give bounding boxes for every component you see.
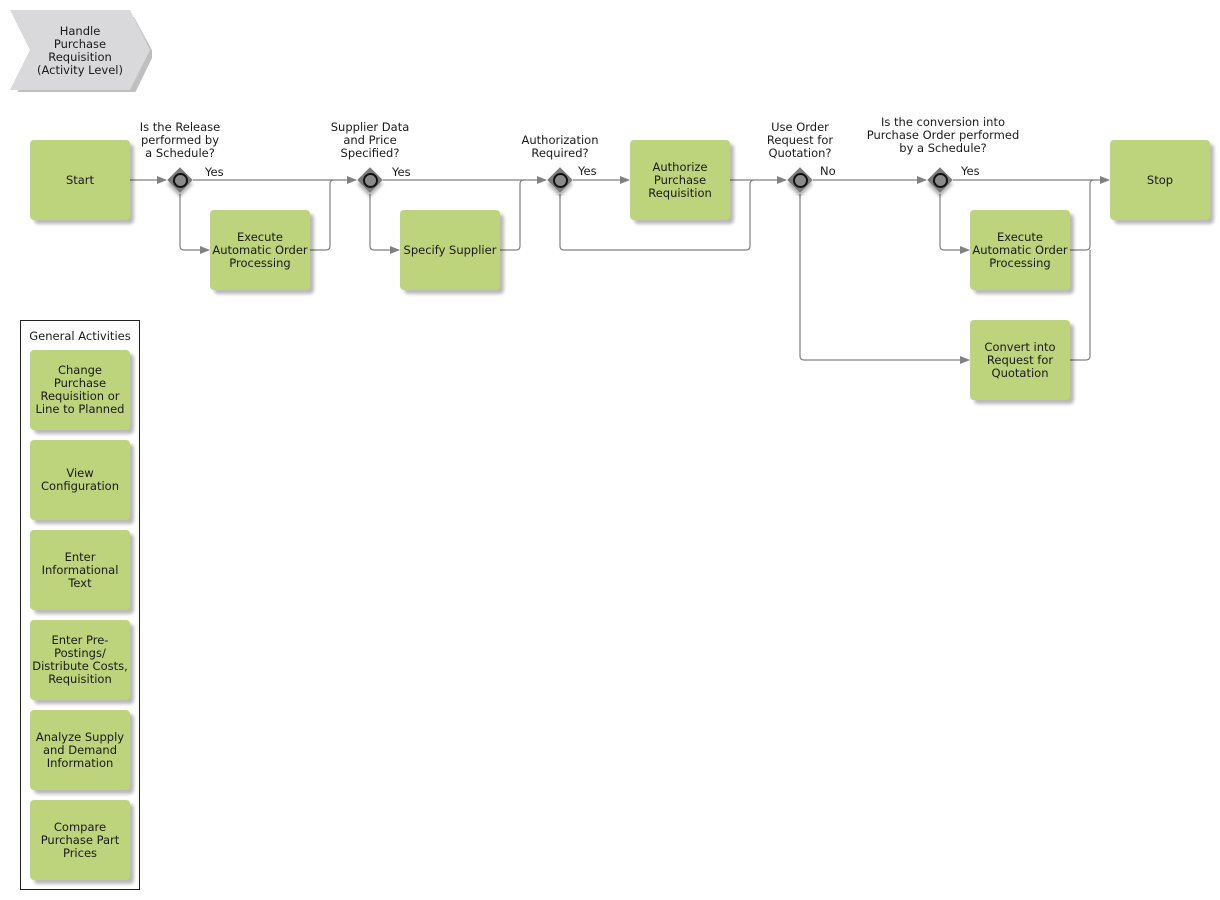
flow-label-yes: Yes	[205, 165, 224, 179]
task-label: Compare Purchase Part Prices	[40, 819, 120, 860]
task-label: Enter Pre- Postings/ Distribute Costs, R…	[32, 633, 128, 686]
general-activity-change-purchase-requisition[interactable]: Change Purchase Requisition or Line to P…	[30, 350, 130, 430]
task-execute-automatic-order-processing-1[interactable]: Execute Automatic Order Processing	[210, 210, 310, 290]
gateway-question: Is the conversion into Purchase Order pe…	[866, 115, 1020, 155]
gateway-release-by-schedule[interactable]	[167, 167, 193, 193]
task-authorize-purchase-requisition[interactable]: Authorize Purchase Requisition	[630, 140, 730, 220]
task-label: Change Purchase Requisition or Line to P…	[35, 363, 125, 416]
general-activity-analyze-supply-demand[interactable]: Analyze Supply and Demand Information	[30, 710, 130, 790]
gateway-circle-icon	[793, 173, 808, 188]
task-label: Analyze Supply and Demand Information	[35, 729, 125, 770]
flow-label-no: No	[820, 164, 836, 178]
gateway-question: Supplier Data and Price Specified?	[330, 120, 410, 160]
start-label: Start	[65, 172, 95, 187]
gateway-question: Use Order Request for Quotation?	[766, 120, 834, 160]
flow-label-yes: Yes	[392, 165, 411, 179]
gateway-conversion-by-schedule[interactable]	[927, 167, 953, 193]
general-activity-enter-pre-postings[interactable]: Enter Pre- Postings/ Distribute Costs, R…	[30, 620, 130, 700]
flow-g2-to-specify	[369, 194, 400, 254]
gateway-question: Is the Release performed by a Schedule?	[139, 120, 221, 160]
flow-exec1-to-g2	[310, 179, 335, 251]
flow-label-yes: Yes	[961, 164, 980, 178]
gateway-circle-icon	[363, 173, 378, 188]
task-label: Execute Automatic Order Processing	[972, 229, 1068, 270]
task-label: Enter Informational Text	[41, 549, 119, 590]
diagram-canvas: Handle Purchase Requisition (Activity Le…	[0, 0, 1220, 900]
general-activity-enter-informational-text[interactable]: Enter Informational Text	[30, 530, 130, 610]
task-label: Execute Automatic Order Processing	[212, 229, 308, 270]
flow-label-yes: Yes	[578, 164, 597, 178]
task-label: Convert into Request for Quotation	[984, 339, 1056, 380]
gateway-use-order-rfq[interactable]	[787, 167, 813, 193]
flow-exec2-to-stop	[1070, 179, 1095, 251]
stop-label: Stop	[1146, 172, 1174, 187]
flow-g1-to-exec1	[179, 194, 210, 254]
stop-event[interactable]: Stop	[1110, 140, 1210, 220]
flow-g4-to-convert	[799, 194, 970, 364]
task-execute-automatic-order-processing-2[interactable]: Execute Automatic Order Processing	[970, 210, 1070, 290]
gateway-question: Authorization Required?	[521, 133, 599, 160]
task-label: Authorize Purchase Requisition	[648, 159, 712, 200]
general-activity-compare-purchase-part-prices[interactable]: Compare Purchase Part Prices	[30, 800, 130, 880]
gateway-authorization-required[interactable]	[547, 167, 573, 193]
general-activities-title: General Activities	[29, 329, 131, 343]
gateway-supplier-data-specified[interactable]	[357, 167, 383, 193]
task-label: Specify Supplier	[403, 242, 497, 257]
task-convert-into-rfq[interactable]: Convert into Request for Quotation	[970, 320, 1070, 400]
general-activity-view-configuration[interactable]: View Configuration	[30, 440, 130, 520]
start-event[interactable]: Start	[30, 140, 130, 220]
gateway-circle-icon	[933, 173, 948, 188]
gateway-circle-icon	[173, 173, 188, 188]
gateway-circle-icon	[553, 173, 568, 188]
flow-convert-to-stop	[1070, 250, 1091, 361]
task-specify-supplier[interactable]: Specify Supplier	[400, 210, 500, 290]
flow-g5-to-exec2	[939, 194, 970, 254]
task-label: View Configuration	[41, 466, 119, 493]
flow-specify-to-g3	[500, 179, 525, 251]
